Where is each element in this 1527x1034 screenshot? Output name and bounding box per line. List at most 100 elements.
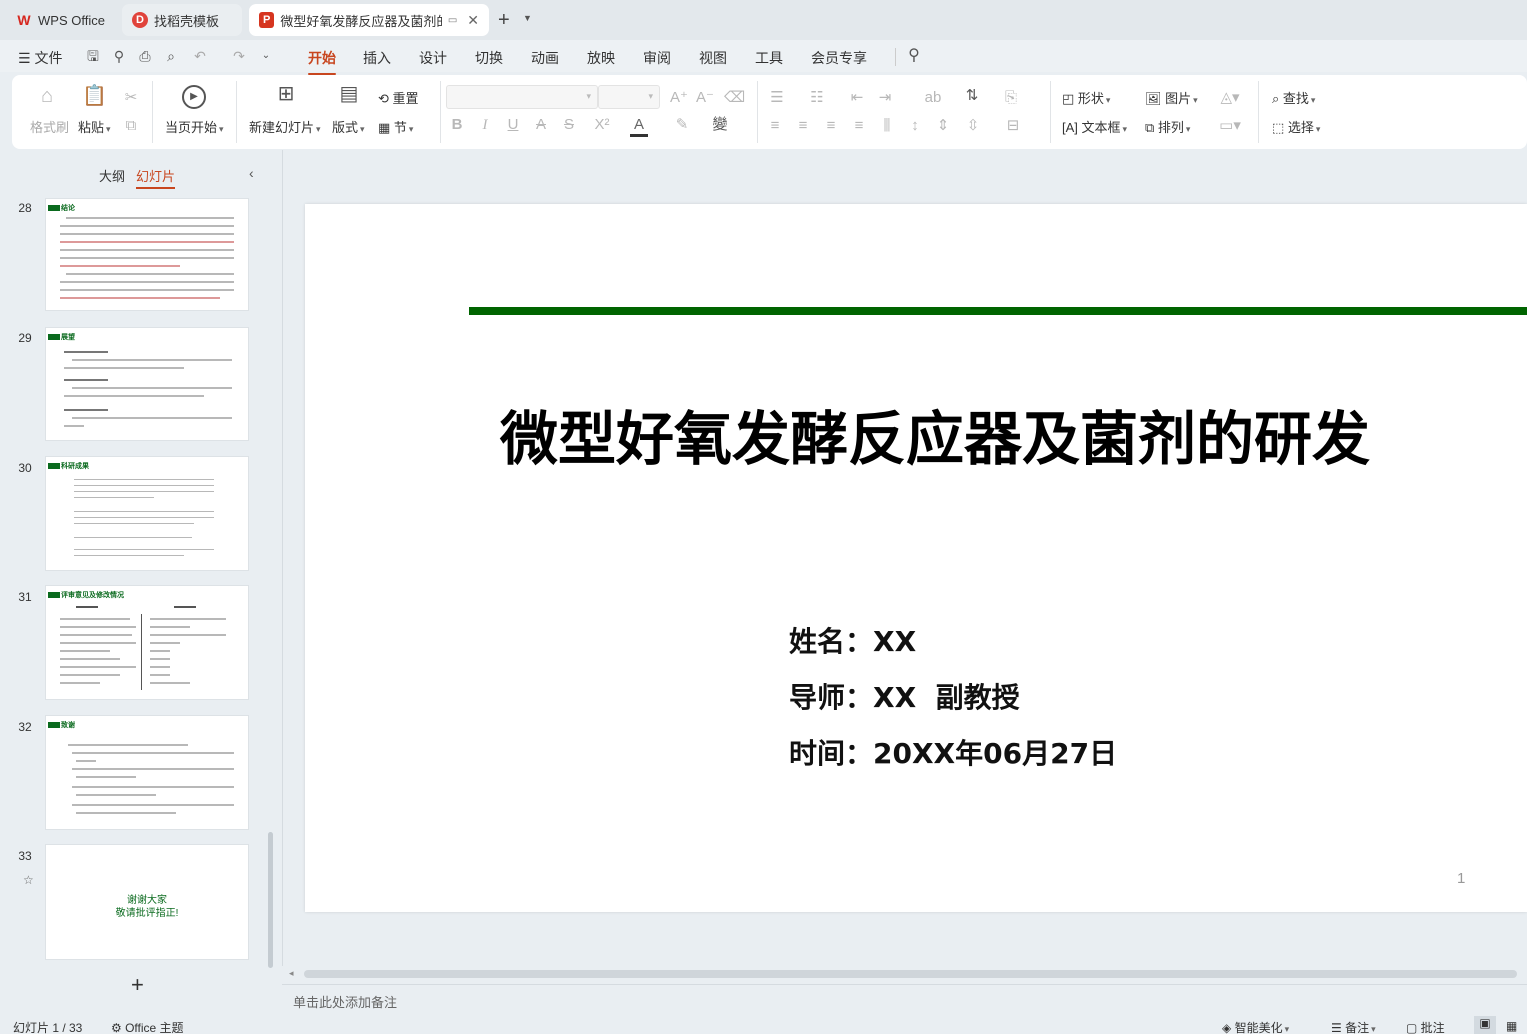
collapse-panel-icon[interactable]: ‹: [249, 165, 254, 181]
layout-button[interactable]: 版式 ▾: [332, 117, 365, 136]
clear-format-icon[interactable]: ⌫: [724, 89, 745, 107]
panel-scrollbar[interactable]: [268, 832, 273, 968]
play-from-current-button[interactable]: 当页开始 ▾: [165, 117, 224, 136]
outline-icon[interactable]: ▭▾: [1215, 117, 1245, 135]
tab-tools[interactable]: 工具: [755, 48, 783, 68]
increase-font-icon[interactable]: A⁺: [670, 89, 688, 107]
tab-review[interactable]: 审阅: [643, 48, 671, 68]
fill-icon[interactable]: ◬▾: [1215, 89, 1245, 107]
more-chevron-icon[interactable]: ⌄: [258, 48, 274, 64]
tab-home[interactable]: 开始: [308, 48, 336, 75]
bold-button[interactable]: B: [449, 116, 465, 134]
new-slide-button[interactable]: 新建幻灯片 ▾: [249, 117, 321, 136]
slide-thumbnail-33[interactable]: 谢谢大家 敬请批评指正!: [46, 845, 248, 959]
font-size-select[interactable]: ▾: [598, 85, 660, 109]
tab-insert[interactable]: 插入: [363, 48, 391, 68]
slide-canvas[interactable]: 微型好氧发酵反应器及菌剂的研发 姓名：XX 导师：XX 副教授 时间：20XX年…: [305, 204, 1527, 912]
slide-title[interactable]: 微型好氧发酵反应器及菌剂的研发: [305, 392, 1527, 476]
italic-button[interactable]: I: [477, 116, 493, 134]
tab-list-chevron-icon[interactable]: ▼: [523, 13, 532, 23]
align-left-icon[interactable]: ≡: [766, 117, 784, 135]
format-painter-button[interactable]: 格式刷: [30, 117, 69, 136]
reset-button[interactable]: ⟲ 重置: [378, 88, 419, 107]
highlight-icon[interactable]: ✎: [672, 116, 692, 134]
double-strikethrough-button[interactable]: S: [561, 116, 577, 134]
redo-icon[interactable]: ↷: [231, 48, 247, 64]
decrease-font-icon[interactable]: A⁻: [696, 89, 714, 107]
advisor-line[interactable]: 导师：XX 副教授: [789, 676, 1020, 716]
tab-slideshow[interactable]: 放映: [587, 48, 615, 68]
search-icon[interactable]: ⚲: [906, 48, 922, 64]
line-spacing-icon[interactable]: ↕: [906, 117, 924, 135]
section-button[interactable]: ▦ 节 ▾: [378, 117, 413, 136]
normal-view-icon[interactable]: ▣: [1474, 1016, 1496, 1034]
tab-wps-office[interactable]: W WPS Office: [6, 4, 116, 36]
superscript-button[interactable]: X²: [590, 116, 614, 134]
align-right-icon[interactable]: ≡: [822, 117, 840, 135]
tab-animations[interactable]: 动画: [531, 48, 559, 68]
text-align-vertical-icon[interactable]: ⊟: [1004, 117, 1022, 135]
new-tab-button[interactable]: +: [498, 10, 510, 30]
tab-view[interactable]: 视图: [699, 48, 727, 68]
text-direction-icon[interactable]: ab: [924, 89, 942, 107]
tab-docer-templates[interactable]: D 找稻壳模板: [122, 4, 242, 36]
phonetic-guide-icon[interactable]: 變: [710, 116, 730, 134]
picture-button[interactable]: 🖼 图片 ▾: [1145, 88, 1198, 107]
shape-button[interactable]: ◰ 形状 ▾: [1062, 88, 1110, 107]
undo-icon[interactable]: ↶: [192, 48, 208, 64]
numbering-icon[interactable]: ☷: [808, 89, 826, 107]
slide-thumbnail-29[interactable]: 展望: [46, 328, 248, 440]
convert-smartart-icon[interactable]: ⎘: [1002, 89, 1020, 107]
share-icon[interactable]: ⚲: [111, 48, 127, 64]
sort-icon[interactable]: ⇅: [963, 87, 981, 105]
theme-indicator[interactable]: ⚙ Office 主题: [111, 1019, 184, 1034]
tab-transitions[interactable]: 切换: [475, 48, 503, 68]
strikethrough-button[interactable]: A: [533, 116, 549, 134]
find-button[interactable]: ⌕ 查找 ▾: [1272, 88, 1315, 107]
horizontal-scrollbar[interactable]: [304, 970, 1517, 978]
indent-icon[interactable]: ⇥: [876, 89, 894, 107]
font-color-button[interactable]: A: [630, 116, 648, 137]
tab-member[interactable]: 会员专享: [811, 48, 867, 68]
tab-design[interactable]: 设计: [419, 48, 447, 68]
file-menu[interactable]: ☰ 文件: [18, 48, 62, 68]
outdent-icon[interactable]: ⇤: [848, 89, 866, 107]
arrange-button[interactable]: ⧉ 排列 ▾: [1145, 117, 1190, 136]
grid-view-icon[interactable]: ▦: [1506, 1019, 1517, 1033]
paragraph-spacing-icon[interactable]: ⇕: [934, 117, 952, 135]
scroll-left-icon[interactable]: ◂: [289, 968, 294, 979]
paste-button[interactable]: 粘贴 ▾: [78, 117, 111, 136]
slide-thumbnail-28[interactable]: 结论: [46, 199, 248, 310]
tab-outline[interactable]: 大纲: [99, 166, 125, 185]
print-icon[interactable]: ⎙: [137, 48, 153, 64]
tab-slides[interactable]: 幻灯片: [136, 166, 176, 189]
font-name-select[interactable]: ▾: [446, 85, 598, 109]
bullets-icon[interactable]: ☰: [768, 89, 786, 107]
name-line[interactable]: 姓名：XX: [789, 620, 916, 660]
notes-placeholder[interactable]: 单击此处添加备注: [293, 992, 397, 1011]
star-icon[interactable]: ☆: [23, 873, 34, 887]
print-preview-icon[interactable]: ⌕: [163, 48, 179, 64]
align-center-icon[interactable]: ≡: [794, 117, 812, 135]
slide-thumbnail-31[interactable]: 评审意见及修改情况: [46, 586, 248, 699]
justify-icon[interactable]: ≡: [850, 117, 868, 135]
select-button[interactable]: ⬚ 选择 ▾: [1272, 117, 1320, 136]
slide-thumbnail-30[interactable]: 科研成果: [46, 457, 248, 570]
date-line[interactable]: 时间：20XX年06月27日: [789, 732, 1117, 772]
comments-button[interactable]: ▢ 批注: [1406, 1019, 1445, 1034]
slide-thumbnail-32[interactable]: 致谢: [46, 716, 248, 829]
copy-icon[interactable]: ⧉: [122, 117, 140, 135]
notes-pane[interactable]: 单击此处添加备注: [282, 984, 1527, 1016]
distribute-icon[interactable]: ⫼: [878, 117, 896, 135]
splitter[interactable]: [282, 150, 283, 966]
cut-icon[interactable]: ✂: [122, 89, 140, 107]
save-icon[interactable]: 🖫: [85, 48, 101, 64]
add-slide-button[interactable]: +: [131, 974, 144, 996]
columns-icon[interactable]: ⇳: [964, 117, 982, 135]
smart-beautify-button[interactable]: ◈ 智能美化 ▾: [1222, 1019, 1289, 1034]
underline-button[interactable]: U: [505, 116, 521, 134]
notes-button[interactable]: ☰ 备注 ▾: [1331, 1019, 1376, 1034]
tab-current-document[interactable]: P 微型好氧发酵反应器及菌剂的研 ▭ ✕: [249, 4, 489, 36]
textbox-button[interactable]: [A] 文本框 ▾: [1062, 117, 1127, 136]
close-tab-icon[interactable]: ✕: [467, 12, 479, 29]
